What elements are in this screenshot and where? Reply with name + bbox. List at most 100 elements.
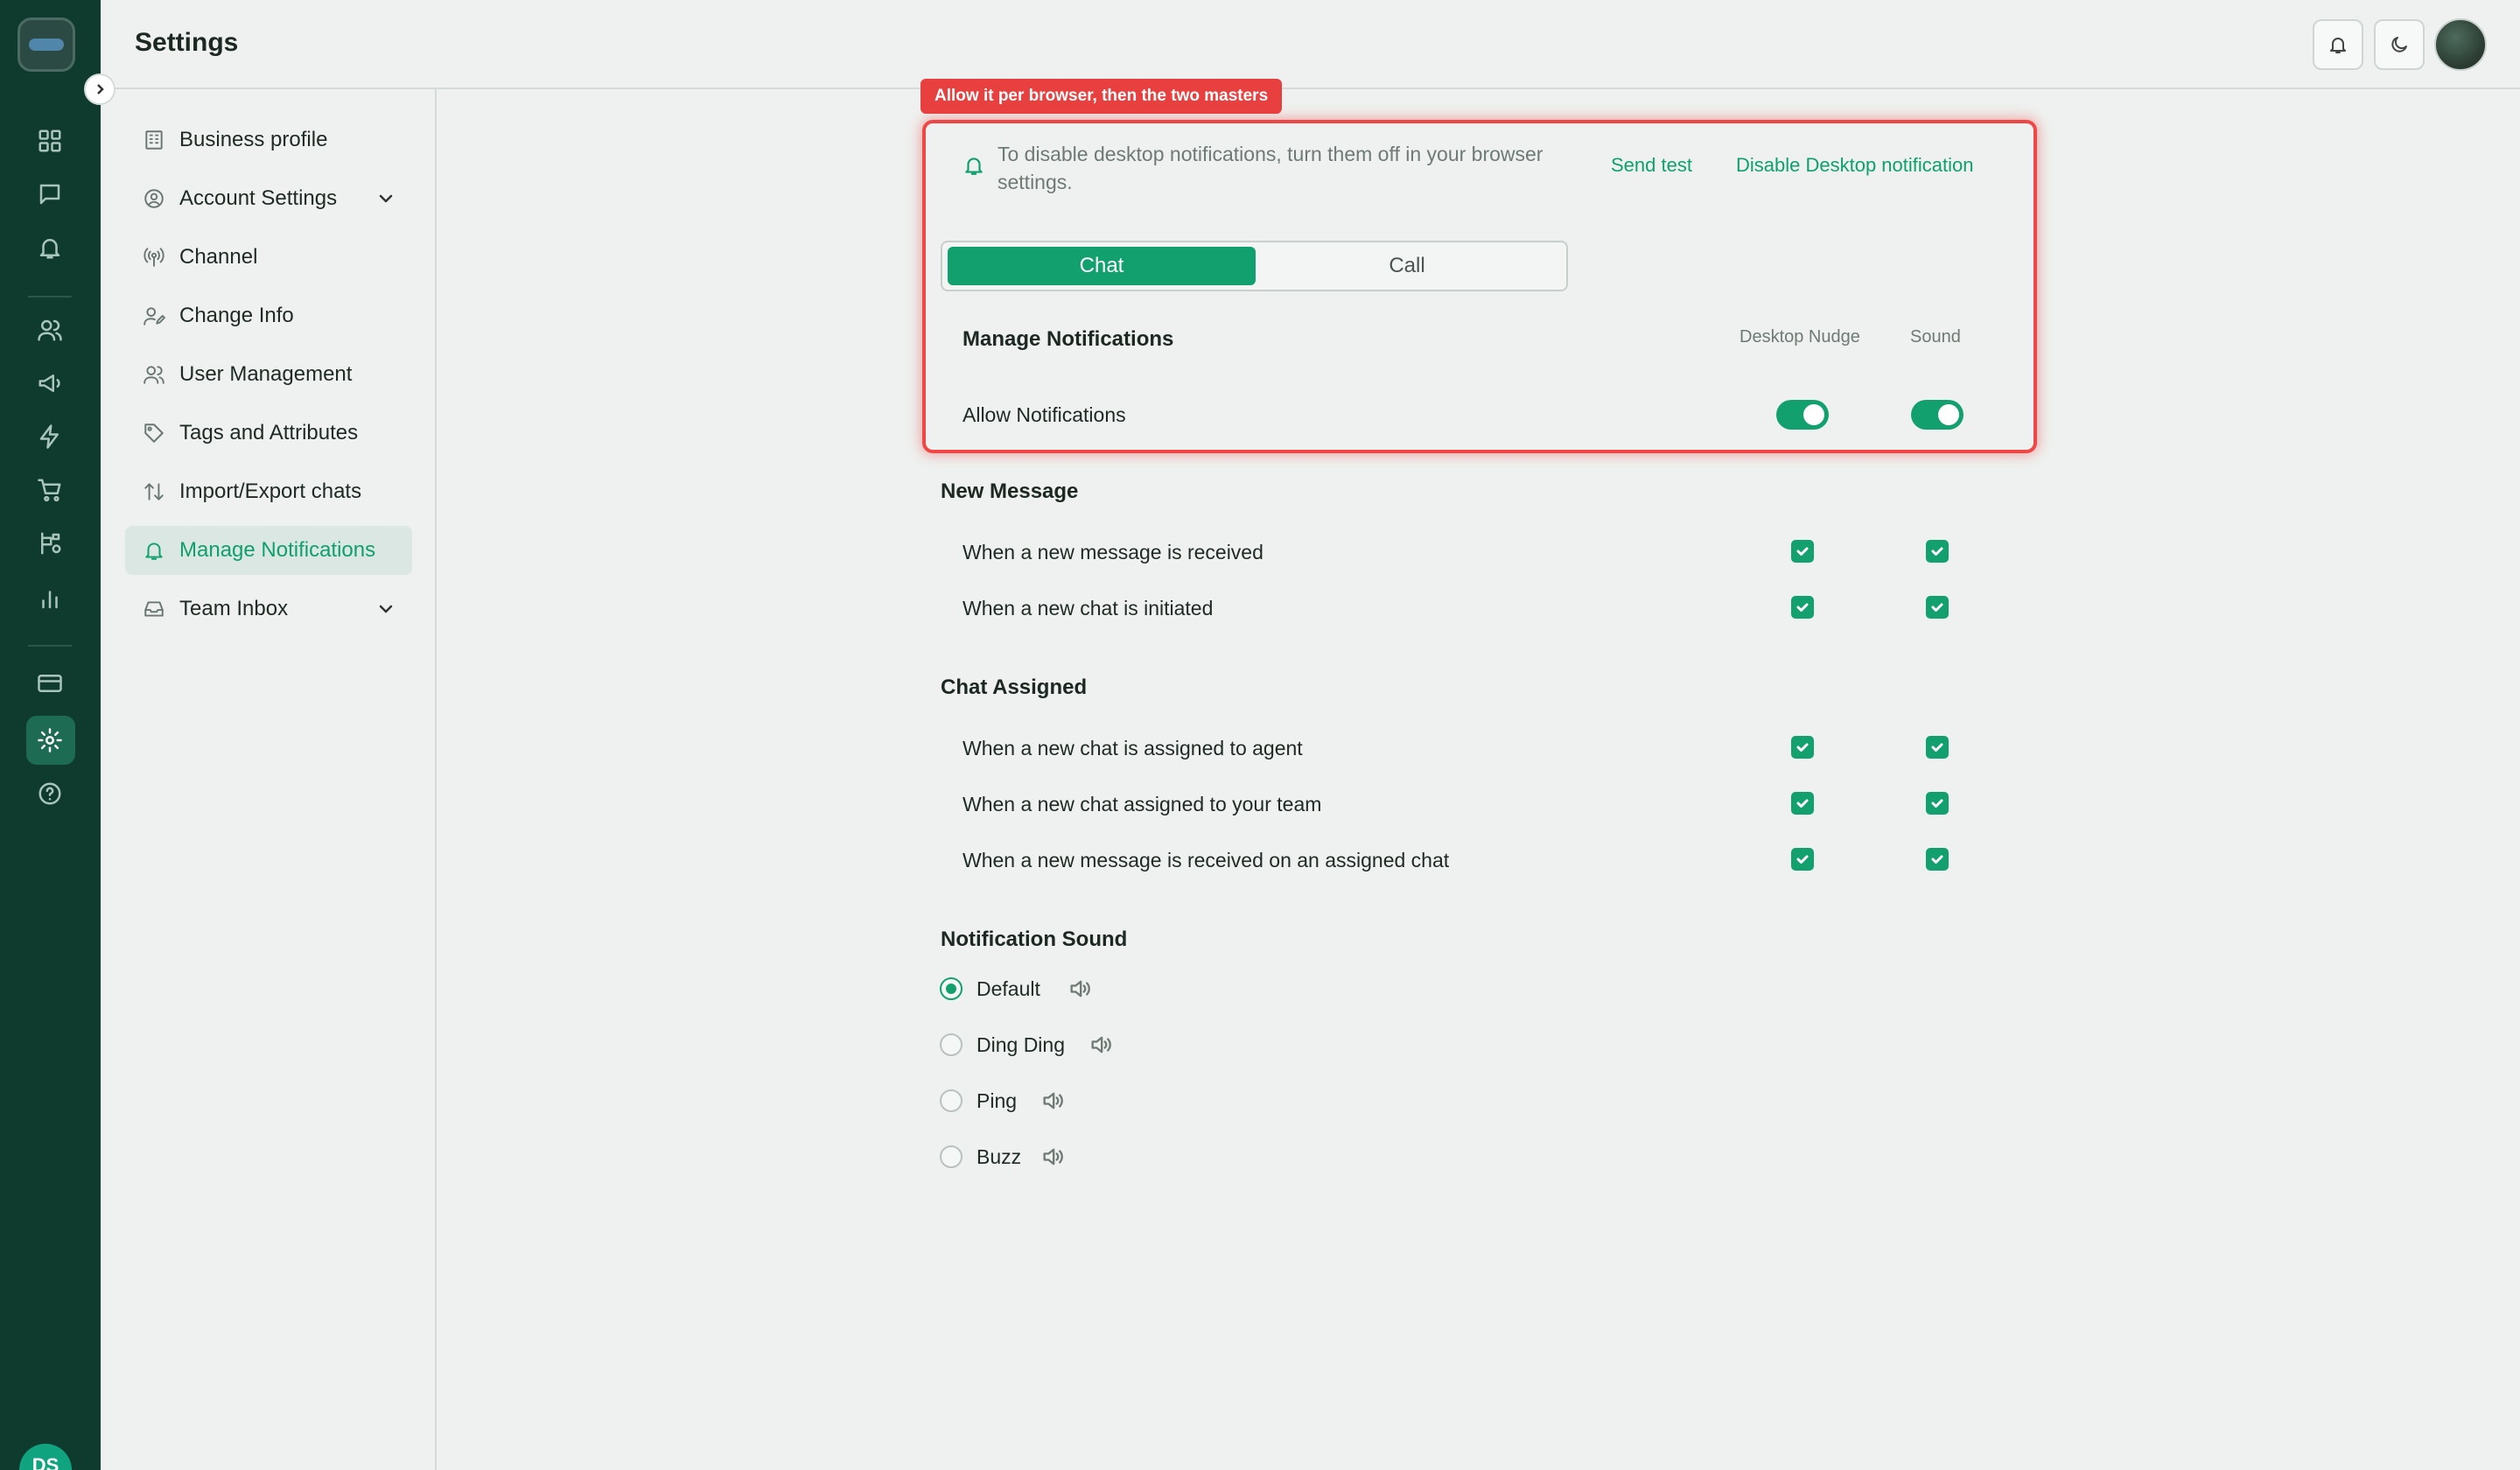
theme-toggle-button[interactable] [2374, 19, 2425, 70]
allow-sound-toggle[interactable] [1911, 400, 1964, 430]
user-avatar[interactable] [2434, 18, 2487, 71]
check-icon [1931, 743, 1943, 752]
sidebar-item-account-settings[interactable]: Account Settings [125, 174, 412, 223]
check-icon [1796, 547, 1809, 556]
chevron-right-icon [97, 84, 104, 94]
sidebar-item-tags-attributes[interactable]: Tags and Attributes [125, 409, 412, 458]
sidebar-item-label: Change Info [179, 304, 294, 327]
integrations-icon[interactable] [32, 526, 67, 561]
sound-option-radio[interactable] [940, 1089, 962, 1112]
billing-icon[interactable] [32, 666, 67, 701]
bell-icon [145, 542, 163, 560]
check-icon [1796, 603, 1809, 612]
notification-row-label: When a new message is received [962, 541, 1264, 564]
sidebar-item-label: Tags and Attributes [179, 421, 359, 444]
desktop-checkbox[interactable] [1791, 848, 1814, 871]
app-logo[interactable] [18, 18, 75, 72]
settings-icon[interactable] [32, 723, 67, 758]
sidebar-item-user-management[interactable]: User Management [125, 350, 412, 399]
chevron-down-icon[interactable] [375, 598, 396, 620]
sound-checkbox[interactable] [1926, 540, 1949, 563]
browser-info-text: To disable desktop notifications, turn t… [998, 143, 1544, 193]
annotation-badge: Allow it per browser, then the two maste… [920, 79, 1283, 114]
sound-checkbox[interactable] [1926, 848, 1949, 871]
lightning-icon[interactable] [32, 419, 67, 454]
broadcast-icon [144, 248, 164, 267]
sidebar-item-business-profile[interactable]: Business profile [125, 116, 412, 164]
sound-option-radio[interactable] [940, 1033, 962, 1056]
sound-option-label[interactable]: Ping [976, 1089, 1017, 1113]
sound-checkbox[interactable] [1926, 736, 1949, 759]
sound-option-radio[interactable] [940, 1145, 962, 1168]
rail-user-avatar[interactable]: DS [19, 1444, 72, 1470]
allow-notifications-label: Allow Notifications [962, 403, 1126, 426]
sidebar-item-channel[interactable]: Channel [125, 233, 412, 282]
notifications-button[interactable] [2313, 19, 2363, 70]
sound-option-label[interactable]: Buzz [976, 1145, 1021, 1169]
channel-segmented-control: Chat Call [941, 241, 1568, 291]
rail-divider [28, 645, 72, 647]
section-title-chat-assigned: Chat Assigned [941, 676, 1088, 699]
check-icon [1931, 799, 1943, 808]
sound-option-label[interactable]: Ding Ding [976, 1033, 1065, 1057]
desktop-checkbox[interactable] [1791, 540, 1814, 563]
sound-option-radio[interactable] [940, 977, 962, 1000]
speaker-icon[interactable] [1088, 1032, 1113, 1057]
arrows-updown-icon [144, 483, 164, 500]
check-icon [1931, 603, 1943, 612]
sidebar-item-change-info[interactable]: Change Info [125, 291, 412, 340]
desktop-checkbox[interactable] [1791, 792, 1814, 815]
check-icon [1796, 799, 1809, 808]
chevron-down-icon[interactable] [375, 188, 396, 209]
contacts-icon[interactable] [32, 312, 67, 347]
sidebar-item-manage-notifications[interactable]: Manage Notifications [125, 526, 412, 575]
sidebar-item-label: Manage Notifications [179, 538, 376, 562]
dashboard-icon[interactable] [32, 123, 67, 158]
analytics-icon[interactable] [32, 581, 67, 616]
bell-icon [965, 158, 983, 175]
chat-icon[interactable] [32, 177, 67, 212]
moon-icon [2391, 37, 2407, 52]
col-header-sound: Sound [1910, 327, 1961, 346]
page-header: Settings [101, 0, 2520, 89]
disable-desktop-notification-link[interactable]: Disable Desktop notification [1736, 154, 1973, 177]
sidebar-item-label: User Management [179, 362, 353, 386]
inbox-icon [144, 601, 164, 617]
col-header-desktop-nudge: Desktop Nudge [1740, 327, 1860, 346]
notification-row-label: When a new chat is initiated [962, 597, 1214, 620]
user-circle-icon [144, 189, 164, 208]
sidebar-item-team-inbox[interactable]: Team Inbox [125, 584, 412, 634]
speaker-icon[interactable] [1040, 1088, 1065, 1113]
check-icon [1931, 547, 1943, 556]
allow-desktop-toggle[interactable] [1776, 400, 1829, 430]
send-test-link[interactable]: Send test [1611, 154, 1692, 177]
bell-icon[interactable] [32, 230, 67, 265]
sound-option-label[interactable]: Default [976, 977, 1040, 1001]
check-icon [1796, 855, 1809, 864]
check-icon [1931, 855, 1943, 864]
sidebar-item-label: Import/Export chats [179, 480, 362, 503]
section-title-new-message: New Message [941, 480, 1079, 503]
tab-chat[interactable]: Chat [948, 247, 1256, 285]
notification-row-label: When a new message is received on an ass… [962, 849, 1450, 872]
check-icon [1796, 743, 1809, 752]
sound-checkbox[interactable] [1926, 596, 1949, 619]
speaker-icon[interactable] [1068, 976, 1092, 1001]
sidebar-item-import-export[interactable]: Import/Export chats [125, 467, 412, 516]
cart-icon[interactable] [32, 472, 67, 508]
sidebar-item-label: Channel [179, 245, 258, 269]
speaker-icon[interactable] [1040, 1144, 1065, 1169]
tag-icon [144, 424, 164, 443]
sidebar-expand-button[interactable] [84, 74, 116, 105]
megaphone-icon[interactable] [32, 366, 67, 401]
desktop-checkbox[interactable] [1791, 736, 1814, 759]
desktop-checkbox[interactable] [1791, 596, 1814, 619]
manage-notifications-title: Manage Notifications [962, 327, 1174, 351]
notification-row-label: When a new chat assigned to your team [962, 793, 1322, 816]
sound-checkbox[interactable] [1926, 792, 1949, 815]
app-rail: DS [0, 0, 101, 1470]
sidebar-item-label: Team Inbox [179, 597, 289, 620]
notification-row-label: When a new chat is assigned to agent [962, 737, 1303, 760]
help-icon[interactable] [32, 776, 67, 811]
tab-call[interactable]: Call [1253, 247, 1561, 285]
